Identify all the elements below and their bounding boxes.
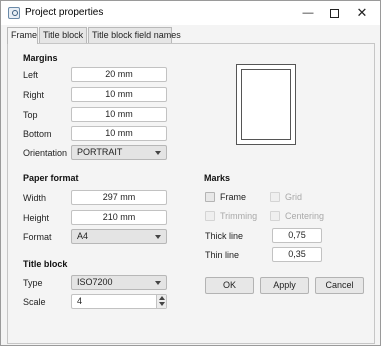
project-properties-window: Project properties — ✕ Frame Title block… xyxy=(0,0,381,346)
centering-checkbox[interactable] xyxy=(270,211,280,221)
tab-title-block[interactable]: Title block xyxy=(39,27,87,43)
bottom-margin-input[interactable]: 10 mm xyxy=(71,126,167,141)
right-margin-input[interactable]: 10 mm xyxy=(71,87,167,102)
scale-label: Scale xyxy=(23,297,46,307)
bottom-margin-label: Bottom xyxy=(23,129,52,139)
page-preview xyxy=(236,64,296,145)
ok-button[interactable]: OK xyxy=(205,277,254,294)
right-margin-label: Right xyxy=(23,90,45,100)
arrow-up-icon xyxy=(159,296,165,300)
frame-tab-panel: Margins Left 20 mm Right 10 mm Top 10 mm… xyxy=(7,43,375,344)
centering-checkbox-label: Centering xyxy=(285,211,325,221)
height-label: Height xyxy=(23,213,50,223)
type-label: Type xyxy=(23,278,43,288)
maximize-button[interactable] xyxy=(319,1,349,25)
close-button[interactable]: ✕ xyxy=(347,1,377,25)
arrow-down-icon xyxy=(159,302,165,306)
scale-value: 4 xyxy=(77,296,83,306)
window-title: Project properties xyxy=(25,7,104,18)
chevron-down-icon xyxy=(155,235,161,239)
page-preview-frame xyxy=(241,69,291,140)
thin-line-input[interactable]: 0,35 xyxy=(272,247,322,262)
scale-spinner[interactable]: 4 xyxy=(71,294,167,309)
title-bar: Project properties — ✕ xyxy=(1,1,380,25)
marks-heading: Marks xyxy=(204,173,231,183)
margins-heading: Margins xyxy=(23,53,58,63)
grid-checkbox[interactable] xyxy=(270,192,280,202)
cancel-button[interactable]: Cancel xyxy=(315,277,364,294)
maximize-icon xyxy=(329,8,339,18)
paper-format-heading: Paper format xyxy=(23,173,79,183)
format-value: A4 xyxy=(77,231,89,241)
thick-line-label: Thick line xyxy=(205,231,244,241)
thin-line-label: Thin line xyxy=(205,250,240,260)
apply-button[interactable]: Apply xyxy=(260,277,309,294)
app-icon xyxy=(8,7,20,19)
orientation-select[interactable]: PORTRAIT xyxy=(71,145,167,160)
chevron-down-icon xyxy=(155,281,161,285)
width-label: Width xyxy=(23,193,47,203)
left-margin-input[interactable]: 20 mm xyxy=(71,67,167,82)
height-input[interactable]: 210 mm xyxy=(71,210,167,225)
type-value: ISO7200 xyxy=(77,277,113,287)
frame-checkbox[interactable] xyxy=(205,192,215,202)
top-margin-input[interactable]: 10 mm xyxy=(71,107,167,122)
orientation-value: PORTRAIT xyxy=(77,147,123,157)
title-block-heading: Title block xyxy=(23,259,68,269)
format-label: Format xyxy=(23,232,52,242)
top-margin-label: Top xyxy=(23,110,38,120)
frame-checkbox-label: Frame xyxy=(220,192,247,202)
trimming-checkbox-label: Trimming xyxy=(220,211,258,221)
chevron-down-icon xyxy=(155,151,161,155)
grid-checkbox-label: Grid xyxy=(285,192,303,202)
type-select[interactable]: ISO7200 xyxy=(71,275,167,290)
thick-line-input[interactable]: 0,75 xyxy=(272,228,322,243)
width-input[interactable]: 297 mm xyxy=(71,190,167,205)
left-margin-label: Left xyxy=(23,70,39,80)
orientation-label: Orientation xyxy=(23,148,68,158)
tab-frame[interactable]: Frame xyxy=(7,27,38,44)
spinner-arrows[interactable] xyxy=(156,295,166,308)
format-select[interactable]: A4 xyxy=(71,229,167,244)
trimming-checkbox[interactable] xyxy=(205,211,215,221)
tab-title-block-field-names[interactable]: Title block field names xyxy=(88,27,181,43)
